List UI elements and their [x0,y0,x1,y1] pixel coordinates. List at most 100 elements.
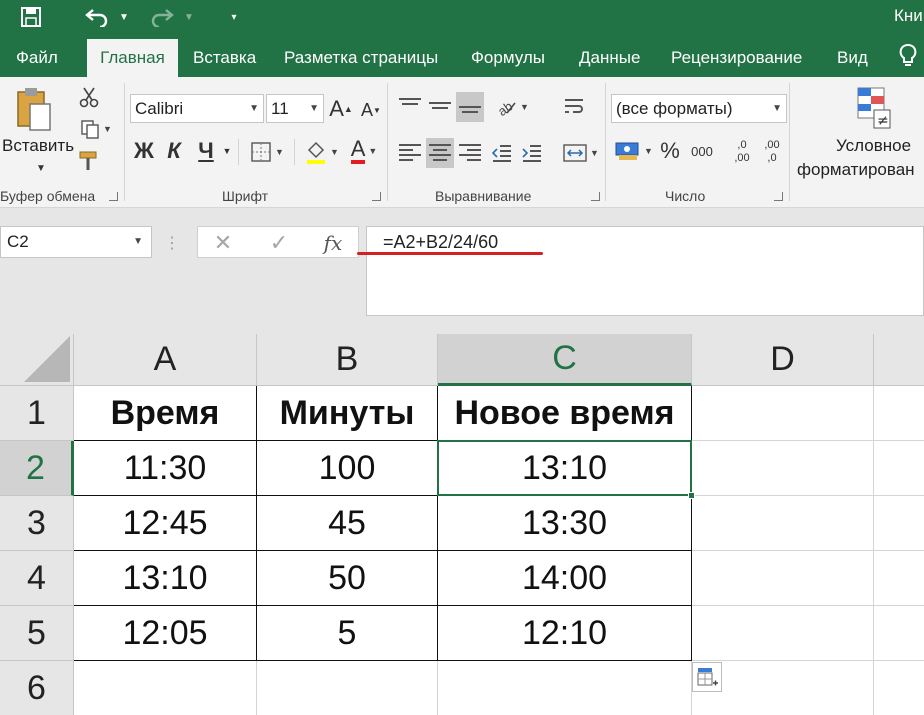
cell-b5[interactable]: 5 [257,606,438,661]
font-name-box[interactable]: Calibri ▼ [130,94,264,123]
cell-b4[interactable]: 50 [257,551,438,606]
undo-icon[interactable] [82,3,112,31]
row-header-6[interactable]: 6 [0,661,74,715]
column-header-e[interactable] [874,334,924,386]
tab-page-layout[interactable]: Разметка страницы [284,39,438,77]
column-header-d[interactable]: D [692,334,874,386]
cell-a6[interactable] [74,661,257,715]
column-header-c[interactable]: C [438,334,692,386]
cell-e5[interactable] [874,606,924,661]
bold-button[interactable]: Ж [132,136,156,166]
cell-a3[interactable]: 12:45 [74,496,257,551]
align-left-icon[interactable] [396,138,424,168]
align-center-icon[interactable] [426,138,454,168]
clipboard-launcher-icon[interactable] [109,192,118,201]
save-icon[interactable] [14,3,48,31]
number-launcher-icon[interactable] [774,192,783,201]
cell-e6[interactable] [874,661,924,715]
cell-d2[interactable] [692,441,874,496]
align-right-icon[interactable] [456,138,484,168]
cell-d3[interactable] [692,496,874,551]
decrease-decimal-button[interactable]: ,00 ,0 [760,135,784,169]
cell-e4[interactable] [874,551,924,606]
conditional-formatting-label-2[interactable]: форматирован [797,160,915,180]
cell-e3[interactable] [874,496,924,551]
italic-button[interactable]: К [162,136,186,166]
decrease-indent-icon[interactable] [488,138,516,168]
undo-dropdown-icon[interactable]: ▼ [116,3,132,31]
row-header-3[interactable]: 3 [0,496,74,551]
shrink-font-icon[interactable]: A ▼ [360,96,382,124]
copy-icon[interactable]: ▼ [76,117,116,141]
align-top-icon[interactable] [396,92,424,122]
font-launcher-icon[interactable] [372,192,381,201]
orientation-icon[interactable]: ab ▼ [490,92,534,122]
conditional-formatting-label[interactable]: Условное [836,136,911,156]
tab-home[interactable]: Главная [87,39,178,77]
name-box[interactable]: C2 ▼ [0,226,152,258]
thousands-separator-button[interactable]: 000 [688,136,716,166]
row-header-5[interactable]: 5 [0,606,74,661]
percent-button[interactable]: % [658,136,682,166]
number-format-box[interactable]: (все форматы) ▼ [611,94,787,123]
cell-d1[interactable] [692,386,874,441]
customize-quick-access-icon[interactable]: ▾ [226,3,242,31]
cell-c6[interactable] [438,661,692,715]
cell-c1[interactable]: Новое время [438,386,692,441]
align-bottom-icon[interactable] [456,92,484,122]
column-header-b[interactable]: B [257,334,438,386]
borders-icon[interactable]: ▼ [246,139,288,165]
cell-a2[interactable]: 11:30 [74,441,257,496]
formula-input[interactable]: =A2+B2/24/60 [366,226,924,316]
underline-button[interactable]: Ч [194,136,218,166]
cell-d4[interactable] [692,551,874,606]
insert-function-icon[interactable]: fx [320,229,346,257]
tab-formulas[interactable]: Формулы [471,39,545,77]
cell-e1[interactable] [874,386,924,441]
select-all-button[interactable] [0,334,74,386]
tab-insert[interactable]: Вставка [193,39,256,77]
paste-label[interactable]: Вставить [2,136,74,156]
row-header-4[interactable]: 4 [0,551,74,606]
font-color-icon[interactable]: A ▼ [344,135,384,167]
cell-d5[interactable] [692,606,874,661]
currency-format-icon[interactable]: ▼ [612,136,656,166]
cut-icon[interactable] [76,85,102,109]
column-header-a[interactable]: A [74,334,257,386]
underline-dropdown-icon[interactable]: ▼ [220,143,234,159]
cell-e2[interactable] [874,441,924,496]
font-size-box[interactable]: 11 ▼ [266,94,324,123]
cell-c3[interactable]: 13:30 [438,496,692,551]
tab-file[interactable]: Файл [16,39,58,77]
lightbulb-icon[interactable] [898,43,924,73]
cell-c5[interactable]: 12:10 [438,606,692,661]
cell-a4[interactable]: 13:10 [74,551,257,606]
cell-b1[interactable]: Минуты [257,386,438,441]
paste-dropdown-icon[interactable]: ▼ [34,161,48,175]
row-header-1[interactable]: 1 [0,386,74,441]
merge-center-icon[interactable]: ▼ [560,138,602,168]
align-middle-icon[interactable] [426,92,454,122]
fill-handle[interactable] [688,492,695,499]
increase-indent-icon[interactable] [518,138,546,168]
tab-view[interactable]: Вид [837,39,868,77]
alignment-launcher-icon[interactable] [591,192,600,201]
cell-a1[interactable]: Время [74,386,257,441]
cancel-icon[interactable]: ✕ [210,229,236,257]
grow-font-icon[interactable]: A ▲ [329,94,353,124]
tab-data[interactable]: Данные [579,39,640,77]
conditional-formatting-icon[interactable]: ≠ [852,85,896,131]
cell-b3[interactable]: 45 [257,496,438,551]
quick-analysis-icon[interactable] [692,662,722,692]
format-painter-icon[interactable] [76,149,102,173]
cell-a5[interactable]: 12:05 [74,606,257,661]
tab-review[interactable]: Рецензирование [671,39,802,77]
row-header-2[interactable]: 2 [0,441,74,496]
cell-c4[interactable]: 14:00 [438,551,692,606]
cell-b6[interactable] [257,661,438,715]
cell-b2[interactable]: 100 [257,441,438,496]
enter-icon[interactable]: ✓ [266,229,292,257]
fill-color-icon[interactable]: ▼ [302,139,342,165]
wrap-text-icon[interactable] [560,92,588,122]
paste-icon[interactable] [12,85,56,135]
